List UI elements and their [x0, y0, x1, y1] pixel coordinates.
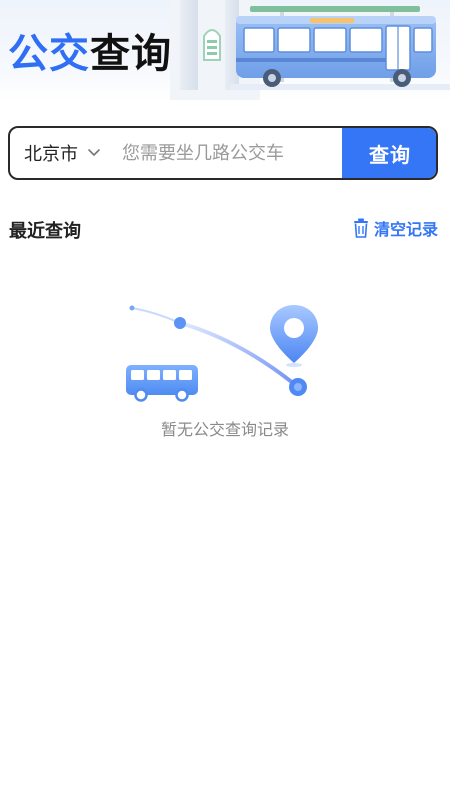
- bus-station-illustration: [170, 0, 450, 100]
- clear-history-button[interactable]: 清空记录: [352, 216, 438, 240]
- clear-history-label: 清空记录: [373, 220, 438, 239]
- search-button[interactable]: 查询: [342, 128, 436, 178]
- chevron-down-icon: [88, 149, 100, 156]
- route-search-input[interactable]: [122, 128, 342, 178]
- bus-route-illustration: [126, 305, 318, 402]
- empty-state-text: 暂无公交查询记录: [160, 420, 289, 439]
- trash-icon: [353, 218, 368, 238]
- city-select[interactable]: 北京市: [24, 128, 102, 178]
- bus-query-page: 公交查询 北京市 您需要坐几路公交车 查询 最近查询 清空记录 暂无公交查询记录: [0, 0, 450, 800]
- search-bar: 北京市 查询: [8, 126, 438, 180]
- header: 公交查询: [0, 0, 450, 100]
- city-label: 北京市: [24, 144, 78, 165]
- page-title-rest: 查询: [90, 31, 172, 77]
- recent-queries-title: 最近查询: [9, 221, 81, 242]
- page-title: 公交查询: [8, 30, 172, 78]
- page-title-highlight: 公交: [8, 31, 90, 77]
